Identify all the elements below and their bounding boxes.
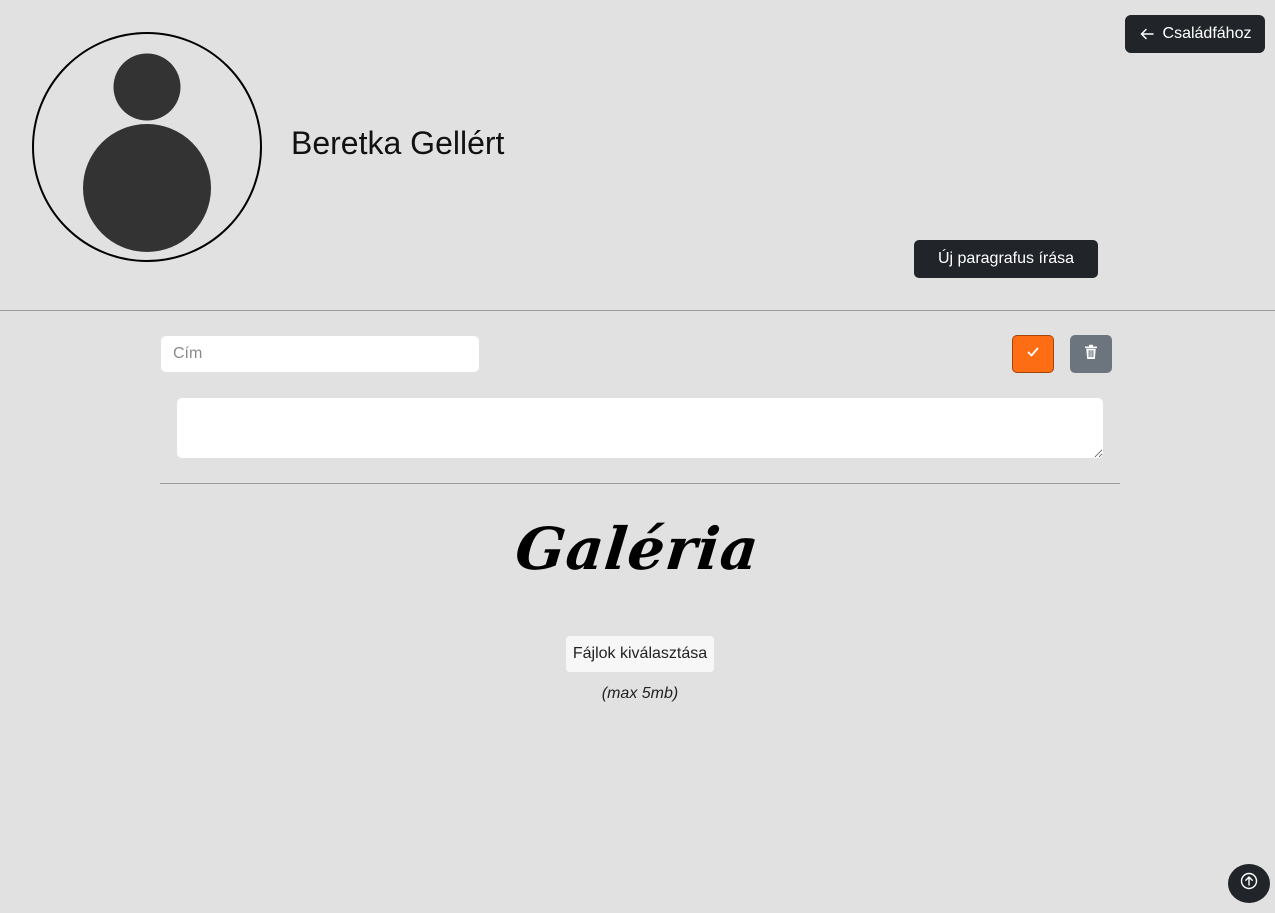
person-name: Beretka Gellért — [291, 125, 505, 161]
avatar — [32, 32, 262, 262]
default-person-icon — [83, 53, 211, 252]
confirm-button[interactable] — [1012, 335, 1054, 373]
delete-button[interactable] — [1070, 335, 1112, 373]
file-size-hint: (max 5mb) — [601, 685, 679, 702]
section-divider — [160, 483, 1120, 484]
title-input[interactable] — [161, 336, 479, 372]
back-to-family-button[interactable]: Családfához — [1125, 15, 1265, 53]
new-paragraph-button[interactable]: Új paragrafus írása — [914, 240, 1098, 278]
scroll-to-top-button[interactable] — [1228, 864, 1270, 903]
header-divider — [0, 310, 1275, 311]
paragraph-content-textarea[interactable] — [177, 398, 1103, 458]
arrow-left-icon — [1139, 26, 1155, 42]
arrow-up-circle-icon — [1240, 872, 1258, 895]
file-select-button[interactable]: Fájlok kiválasztása — [566, 636, 714, 672]
gallery-title: Galéria — [512, 515, 763, 583]
back-button-label: Családfához — [1162, 25, 1252, 42]
check-icon — [1026, 345, 1040, 364]
trash-icon — [1084, 344, 1098, 365]
